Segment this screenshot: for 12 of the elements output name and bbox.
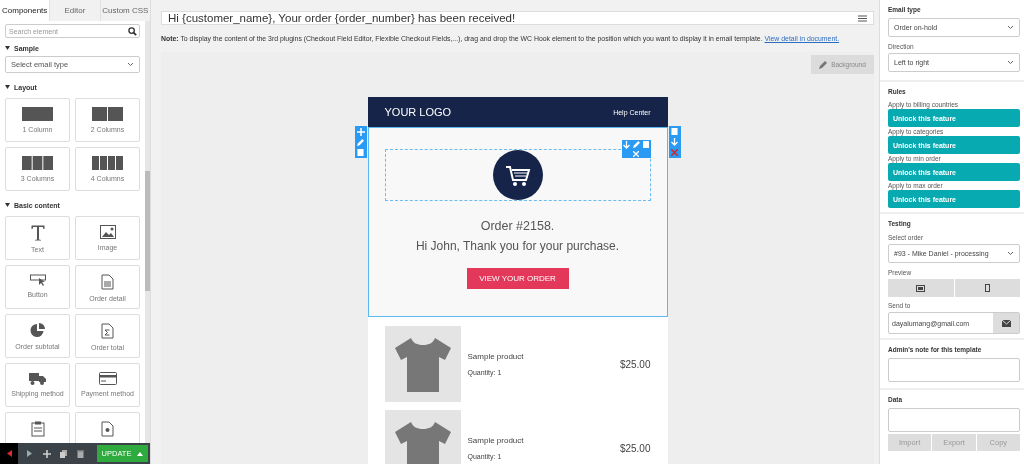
panel-tab[interactable]: Custom CSS	[99, 0, 150, 21]
product-name: Sample product	[467, 352, 525, 361]
panel-tab[interactable]: Editor	[49, 0, 100, 21]
logo-text: YOUR LOGO	[384, 106, 452, 118]
product-price: $25.00	[619, 358, 651, 370]
product-name: Sample product	[467, 436, 525, 445]
product-price: $25.00	[619, 442, 651, 454]
subject-field[interactable]: Hi {customer_name}, Your order {order_number} has been received!	[161, 11, 874, 25]
greeting-text: Hi John, Thank you for your purchase.	[415, 239, 620, 253]
order-number: Order #2158.	[480, 219, 555, 233]
view-order-button[interactable]: VIEW YOUR ORDER	[466, 268, 569, 289]
selected-block[interactable]: Order #2158. Hi John, Thank you for your purchase. VIEW YOUR ORDER	[367, 127, 668, 317]
